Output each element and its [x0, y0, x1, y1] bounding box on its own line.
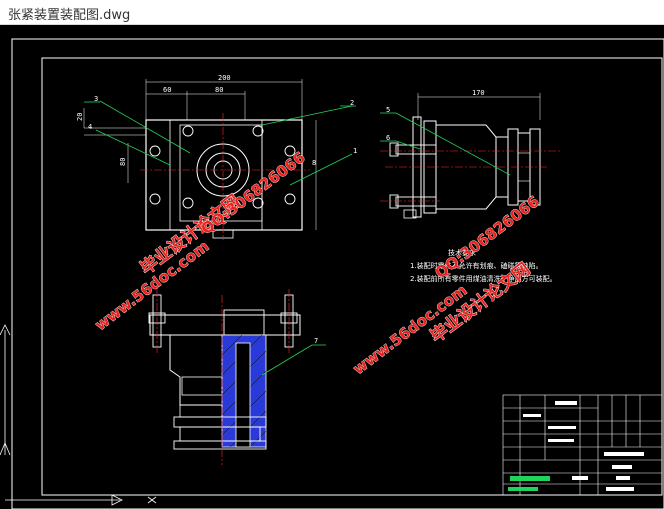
notes-line-2: 2.装配前所有零件用煤油清洗干净后方可装配。	[410, 274, 557, 283]
cad-drawing: 200 60 80 20 80 8 3 4 2 1 170 5 6 7 技术要求…	[0, 38, 664, 509]
technical-notes: 技术要求 1.装配时零件不允许有划痕、磕碰等缺陷。 2.装配前所有零件用煤油清洗…	[410, 248, 557, 283]
dim-side-width: 170	[472, 89, 485, 97]
title-block	[502, 394, 663, 496]
dim-small: 8	[312, 159, 316, 167]
balloon-5: 5	[386, 106, 390, 114]
watermark-qq-left: QQ:306826066	[198, 148, 309, 238]
dim-height-small: 20	[76, 113, 84, 121]
balloon-6: 6	[386, 134, 390, 142]
dim-overall-width: 200	[218, 74, 231, 82]
inner-frame	[41, 57, 663, 496]
dim-60: 60	[163, 86, 171, 94]
balloon-7: 7	[314, 337, 318, 345]
watermark-left: www.56doc.com 毕业设计论文网 QQ:306826066	[91, 148, 309, 335]
window-title: 张紧装置装配图.dwg	[8, 8, 131, 23]
section-view: 7	[148, 289, 326, 465]
balloon-1: 1	[353, 147, 357, 155]
dim-80: 80	[215, 86, 223, 94]
balloon-2: 2	[350, 99, 354, 107]
drawing-canvas[interactable]: 200 60 80 20 80 8 3 4 2 1 170 5 6 7 技术要求…	[0, 25, 664, 509]
watermark-right: www.56doc.com 毕业设计论文网 QQ:306826066	[349, 192, 543, 379]
outer-frame	[11, 38, 664, 509]
dim-height-left: 80	[119, 158, 127, 166]
balloon-3: 3	[94, 95, 98, 103]
window-title-bar: 张紧装置装配图.dwg	[0, 0, 664, 25]
balloon-4: 4	[88, 123, 92, 131]
ucs-icon	[0, 324, 157, 506]
